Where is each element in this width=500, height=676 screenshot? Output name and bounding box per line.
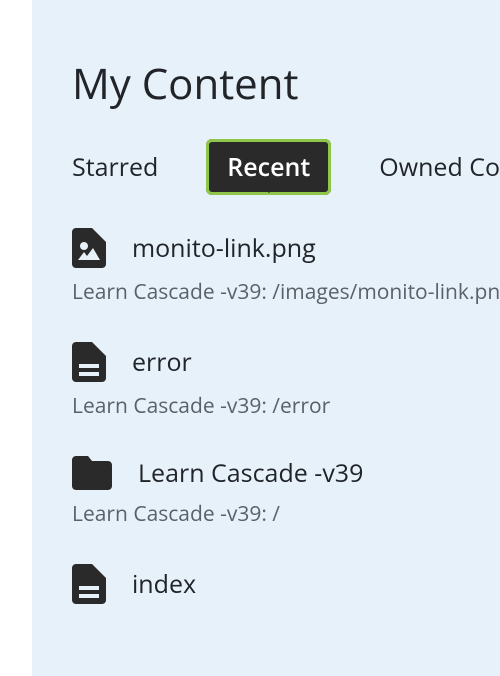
my-content-panel: My Content Starred Recent Owned Content … xyxy=(32,0,500,676)
image-file-icon xyxy=(72,228,106,268)
item-path: Learn Cascade -v39: / xyxy=(72,500,500,528)
file-icon xyxy=(72,564,106,604)
tab-starred[interactable]: Starred xyxy=(72,150,158,184)
page-title: My Content xyxy=(72,55,500,112)
tab-owned[interactable]: Owned Content xyxy=(379,150,500,184)
list-item[interactable]: monito-link.png Learn Cascade -v39: /ima… xyxy=(72,228,500,306)
item-path: Learn Cascade -v39: /images/monito-link.… xyxy=(72,278,500,306)
content-tabs: Starred Recent Owned Content xyxy=(72,150,500,184)
item-name: error xyxy=(132,345,192,379)
tab-recent[interactable]: Recent xyxy=(206,139,331,195)
folder-icon xyxy=(72,456,112,490)
list-item[interactable]: Learn Cascade -v39 Learn Cascade -v39: / xyxy=(72,456,500,528)
item-name: index xyxy=(132,567,196,601)
tab-recent-wrap: Recent xyxy=(206,150,331,184)
list-item[interactable]: error Learn Cascade -v39: /error xyxy=(72,342,500,420)
file-icon xyxy=(72,342,106,382)
list-item[interactable]: index xyxy=(72,564,500,614)
content-list: monito-link.png Learn Cascade -v39: /ima… xyxy=(72,228,500,650)
item-path: Learn Cascade -v39: /error xyxy=(72,392,500,420)
item-name: monito-link.png xyxy=(132,231,316,265)
item-name: Learn Cascade -v39 xyxy=(138,456,363,490)
